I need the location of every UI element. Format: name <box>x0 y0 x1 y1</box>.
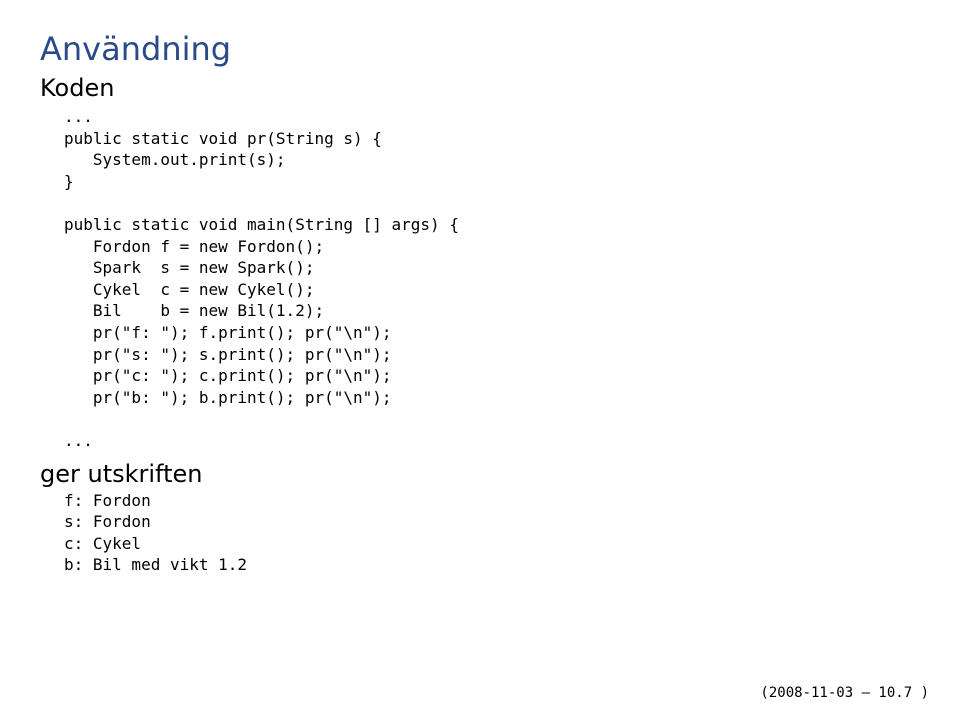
mid-text: ger utskriften <box>40 460 919 488</box>
slide-title: Användning <box>40 30 919 68</box>
slide-subtitle: Koden <box>40 74 919 102</box>
code-block-main: ... public static void pr(String s) { Sy… <box>64 106 919 452</box>
slide-footer: (2008-11-03 – 10.7 ) <box>760 685 929 701</box>
code-block-output: f: Fordon s: Fordon c: Cykel b: Bil med … <box>64 490 919 576</box>
